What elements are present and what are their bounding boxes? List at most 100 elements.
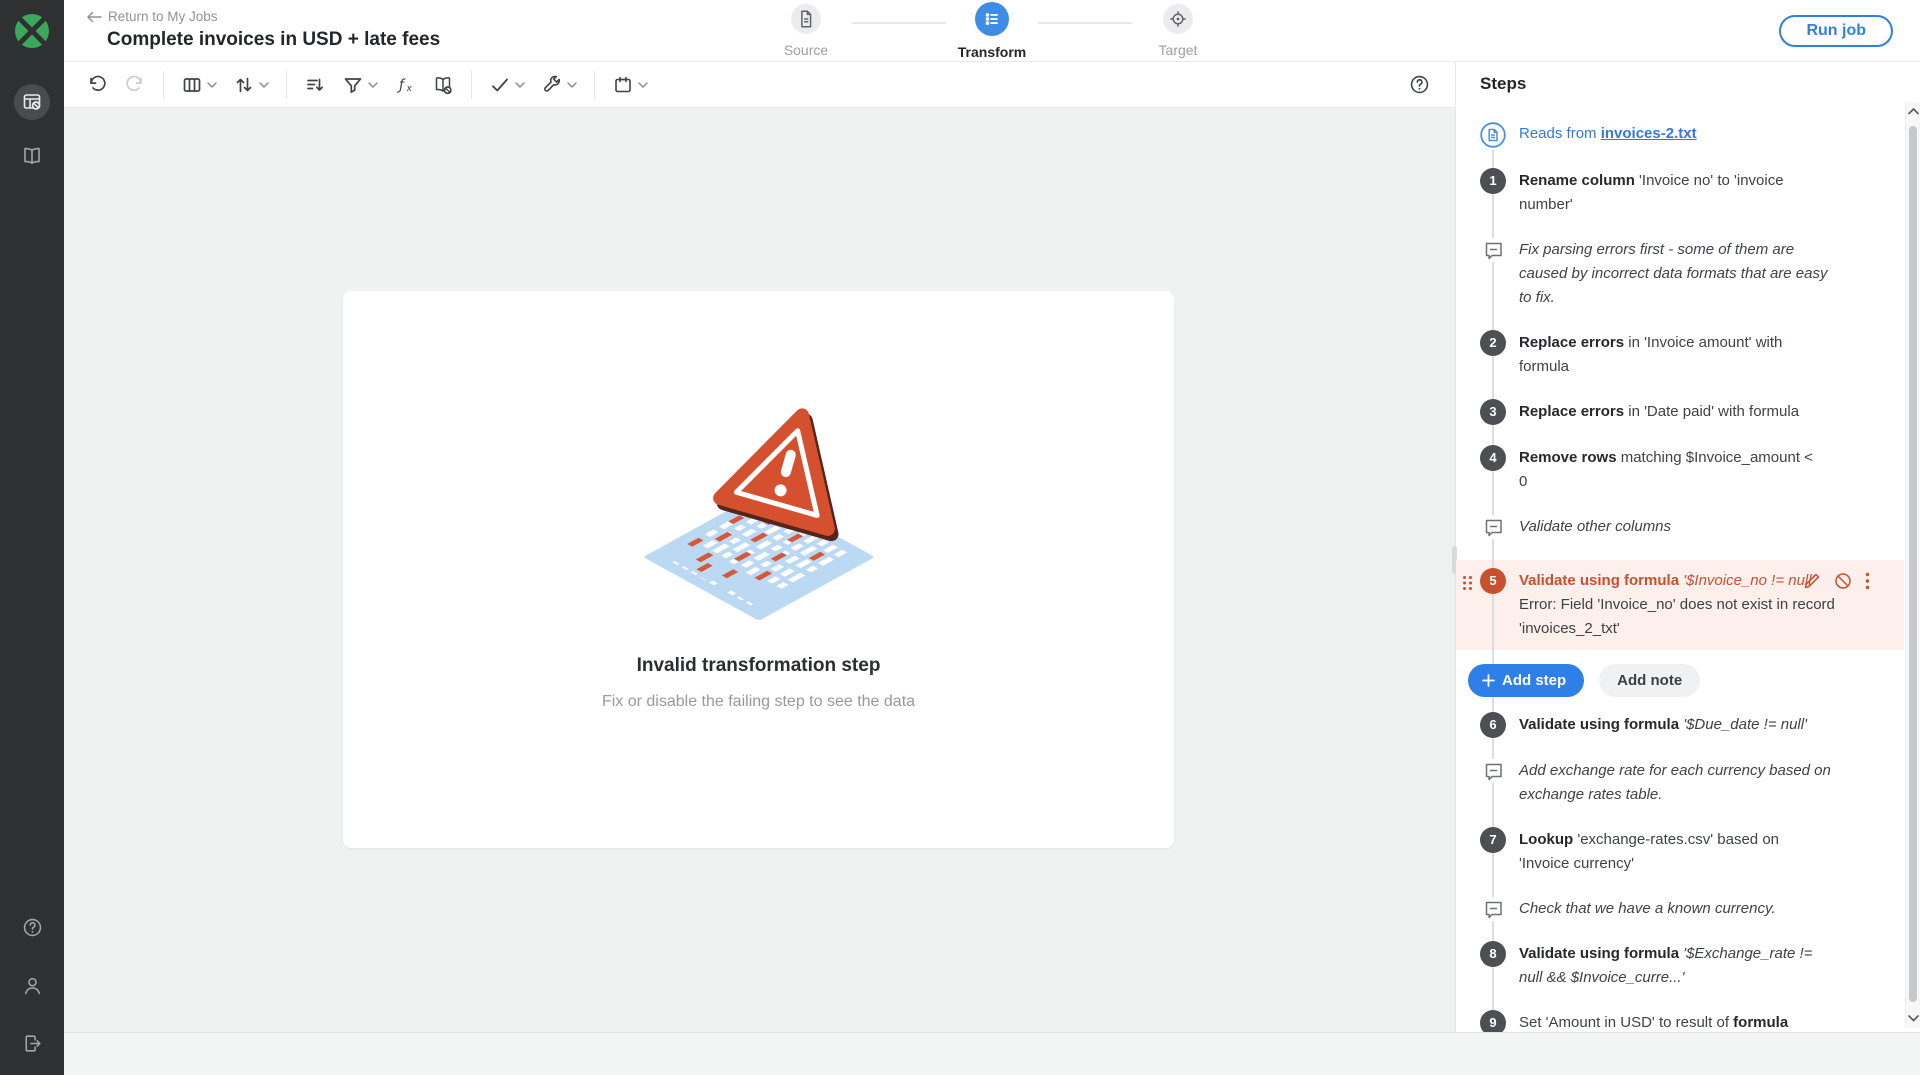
note-item[interactable]: Add exchange rate for each currency base… bbox=[1456, 759, 1904, 807]
sort-button[interactable] bbox=[225, 68, 277, 102]
add-step-button[interactable]: Add step bbox=[1468, 664, 1584, 697]
step-actions-row: Add step Add note bbox=[1456, 664, 1904, 697]
sidebar-account-button[interactable] bbox=[14, 967, 50, 1003]
stepper-source-label: Source bbox=[784, 42, 828, 58]
step-item-2[interactable]: 2 Replace errors in 'Invoice amount' wit… bbox=[1456, 331, 1904, 379]
lookup-book-icon bbox=[432, 74, 454, 96]
formula-button[interactable]: ƒ x bbox=[386, 68, 424, 102]
user-icon bbox=[21, 974, 44, 997]
library-book-icon bbox=[20, 144, 44, 168]
stepper-target-label: Target bbox=[1159, 42, 1198, 58]
step-item-6[interactable]: 6 Validate using formula '$Due_date != n… bbox=[1456, 713, 1904, 738]
stepper-transform[interactable]: Transform bbox=[946, 4, 1038, 60]
step-number-badge: 9 bbox=[1480, 1010, 1506, 1032]
date-tools-button[interactable] bbox=[604, 68, 656, 102]
toolbar-help-button[interactable] bbox=[1408, 73, 1431, 96]
step-item-1[interactable]: 1 Rename column 'Invoice no' to 'invoice… bbox=[1456, 169, 1904, 217]
chevron-down-icon bbox=[567, 82, 577, 88]
chevron-down-icon bbox=[259, 82, 269, 88]
note-item[interactable]: Validate other columns bbox=[1456, 515, 1904, 539]
step-text: Rename column 'Invoice no' to 'invoice n… bbox=[1519, 169, 1879, 217]
run-job-button[interactable]: Run job bbox=[1779, 15, 1893, 47]
edit-step-button[interactable] bbox=[1803, 572, 1821, 590]
step-item-8[interactable]: 8 Validate using formula '$Exchange_rate… bbox=[1456, 942, 1904, 990]
list-icon bbox=[975, 2, 1009, 36]
step-item-7[interactable]: 7 Lookup 'exchange-rates.csv' based on '… bbox=[1456, 828, 1904, 876]
validate-check-icon bbox=[489, 74, 511, 96]
stepper-target[interactable]: Target bbox=[1132, 4, 1224, 58]
panel-scrollbar[interactable] bbox=[1905, 102, 1920, 1028]
sidebar-item-library[interactable] bbox=[14, 138, 50, 174]
back-link[interactable]: Return to My Jobs bbox=[87, 9, 440, 24]
columns-button[interactable] bbox=[173, 68, 225, 102]
step-number-badge: 1 bbox=[1480, 168, 1506, 194]
sidebar-item-transforms[interactable] bbox=[14, 84, 50, 120]
step-row-actions bbox=[1803, 572, 1870, 590]
steps-list: Reads from invoices-2.txt 1 Rename column… bbox=[1456, 110, 1904, 1032]
chevron-down-icon bbox=[515, 82, 525, 88]
empty-state-card: Invalid transformation step Fix or disab… bbox=[343, 291, 1174, 848]
target-icon bbox=[1163, 4, 1193, 34]
step-item-5[interactable]: 5 Validate using formula '$Invoice_no !=… bbox=[1456, 560, 1904, 650]
drag-handle[interactable] bbox=[1462, 575, 1473, 591]
row-order-button[interactable] bbox=[296, 68, 334, 102]
scroll-down-icon[interactable] bbox=[1908, 1015, 1919, 1022]
add-note-button[interactable]: Add note bbox=[1599, 664, 1700, 697]
svg-text:ƒ: ƒ bbox=[396, 77, 406, 93]
bottom-strip bbox=[64, 1032, 1920, 1075]
transform-jobs-icon bbox=[21, 91, 43, 113]
redo-icon bbox=[124, 74, 146, 96]
fix-tools-button[interactable] bbox=[533, 68, 585, 102]
note-text: Add exchange rate for each currency base… bbox=[1519, 759, 1879, 807]
step-text: Validate using formula '$Due_date != nul… bbox=[1519, 713, 1879, 738]
scroll-up-icon[interactable] bbox=[1908, 108, 1919, 115]
step-number-badge: 3 bbox=[1480, 399, 1506, 425]
toolbar-divider bbox=[163, 71, 164, 99]
formula-icon: ƒ x bbox=[394, 74, 416, 96]
header: Return to My Jobs Complete invoices in U… bbox=[64, 0, 1920, 62]
filter-icon bbox=[342, 74, 364, 96]
step-number-badge: 7 bbox=[1480, 827, 1506, 853]
edit-icon bbox=[1803, 572, 1821, 590]
wrench-icon bbox=[541, 74, 563, 96]
lookup-button[interactable] bbox=[424, 68, 462, 102]
stepper-source[interactable]: Source bbox=[760, 4, 852, 58]
validate-button[interactable] bbox=[481, 68, 533, 102]
step-number-badge: 4 bbox=[1480, 445, 1506, 471]
source-step[interactable]: Reads from invoices-2.txt bbox=[1456, 122, 1904, 148]
disable-step-button[interactable] bbox=[1834, 572, 1852, 590]
toolbar: ƒ x bbox=[64, 62, 1455, 108]
step-item-4[interactable]: 4 Remove rows matching $Invoice_amount <… bbox=[1456, 446, 1904, 494]
undo-button[interactable] bbox=[78, 68, 116, 102]
steps-panel: Steps Reads from invoices-2.txt1 Rename … bbox=[1455, 62, 1920, 1032]
step-number-badge: 6 bbox=[1480, 712, 1506, 738]
step-item-9[interactable]: 9 Set 'Amount in USD' to result of formu… bbox=[1456, 1011, 1904, 1032]
toolbar-divider bbox=[471, 71, 472, 99]
error-spreadsheet-illustration bbox=[599, 379, 919, 629]
sidebar-help-button[interactable] bbox=[14, 909, 50, 945]
redo-button[interactable] bbox=[116, 68, 154, 102]
note-item[interactable]: Fix parsing errors first - some of them … bbox=[1456, 238, 1904, 310]
document-icon bbox=[791, 4, 821, 34]
app-window: Return to My Jobs Complete invoices in U… bbox=[0, 0, 1920, 1075]
note-text: Check that we have a known currency. bbox=[1519, 897, 1879, 921]
empty-state-title: Invalid transformation step bbox=[637, 655, 881, 677]
stepper-connector bbox=[852, 22, 946, 24]
plus-icon bbox=[1482, 674, 1495, 687]
app-logo[interactable] bbox=[13, 12, 51, 50]
data-canvas: Invalid transformation step Fix or disab… bbox=[64, 108, 1455, 1032]
drag-handle-icon bbox=[1462, 575, 1473, 591]
step-text: Validate using formula '$Exchange_rate !… bbox=[1519, 942, 1879, 990]
step-item-3[interactable]: 3 Replace errors in 'Date paid' with for… bbox=[1456, 400, 1904, 425]
sidebar-logout-button[interactable] bbox=[14, 1025, 50, 1061]
source-file-icon bbox=[1480, 122, 1506, 148]
step-text: Replace errors in 'Invoice amount' with … bbox=[1519, 331, 1879, 379]
step-text: Set 'Amount in USD' to result of formula bbox=[1519, 1011, 1879, 1032]
scrollbar-thumb[interactable] bbox=[1909, 126, 1917, 1002]
logout-icon bbox=[21, 1032, 44, 1055]
filter-button[interactable] bbox=[334, 68, 386, 102]
source-file-link[interactable]: invoices-2.txt bbox=[1601, 125, 1697, 142]
note-item[interactable]: Check that we have a known currency. bbox=[1456, 897, 1904, 921]
help-icon bbox=[21, 916, 44, 939]
step-more-button[interactable] bbox=[1865, 572, 1870, 590]
